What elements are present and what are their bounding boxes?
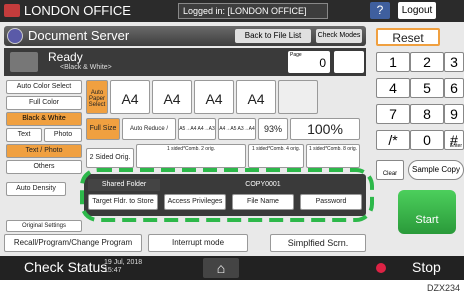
key-2[interactable]: 2 bbox=[410, 52, 444, 72]
clear-button[interactable]: Clear bbox=[376, 160, 404, 180]
key-8[interactable]: 8 bbox=[410, 104, 444, 124]
key-0[interactable]: 0 bbox=[410, 130, 444, 150]
bottom-bar: Check Status 19 Jul, 2018 15:47 ⌂ Stop bbox=[0, 256, 464, 280]
key-6[interactable]: 6 bbox=[444, 78, 464, 98]
screen: LONDON OFFICE Logged in: [LONDON OFFICE]… bbox=[0, 0, 464, 280]
reset-button[interactable]: Reset bbox=[376, 28, 440, 46]
check-status-button[interactable]: Check Status bbox=[24, 259, 107, 275]
recall-program-button[interactable]: Recall/Program/Change Program bbox=[4, 234, 142, 252]
start-button[interactable]: Start bbox=[398, 190, 456, 234]
start-label: Start bbox=[415, 214, 439, 226]
figure-id: DZX234 bbox=[426, 283, 460, 293]
key-1[interactable]: 1 bbox=[376, 52, 410, 72]
sample-copy-button[interactable]: Sample Copy bbox=[408, 160, 464, 180]
date-time: 19 Jul, 2018 15:47 bbox=[104, 259, 142, 275]
simplified-screen-button[interactable]: Simplfied Scrn. bbox=[270, 234, 366, 252]
stop-button[interactable]: Stop bbox=[412, 259, 441, 275]
key-5[interactable]: 5 bbox=[410, 78, 444, 98]
interrupt-mode-button[interactable]: Interrupt mode bbox=[148, 234, 248, 252]
clear-label: Clear bbox=[382, 171, 398, 177]
key-4[interactable]: 4 bbox=[376, 78, 410, 98]
home-button[interactable]: ⌂ bbox=[203, 258, 239, 278]
key-9[interactable]: 9 bbox=[444, 104, 464, 124]
key-hash[interactable]: # Enter bbox=[444, 130, 464, 150]
time-text: 15:47 bbox=[104, 267, 122, 274]
enter-label: Enter bbox=[450, 143, 462, 149]
key-3[interactable]: 3 bbox=[444, 52, 464, 72]
date-text: 19 Jul, 2018 bbox=[104, 259, 143, 266]
stop-indicator-icon bbox=[376, 263, 386, 273]
key-star[interactable]: /* bbox=[376, 130, 410, 150]
key-7[interactable]: 7 bbox=[376, 104, 410, 124]
function-bar: Recall/Program/Change Program Interrupt … bbox=[4, 234, 366, 252]
